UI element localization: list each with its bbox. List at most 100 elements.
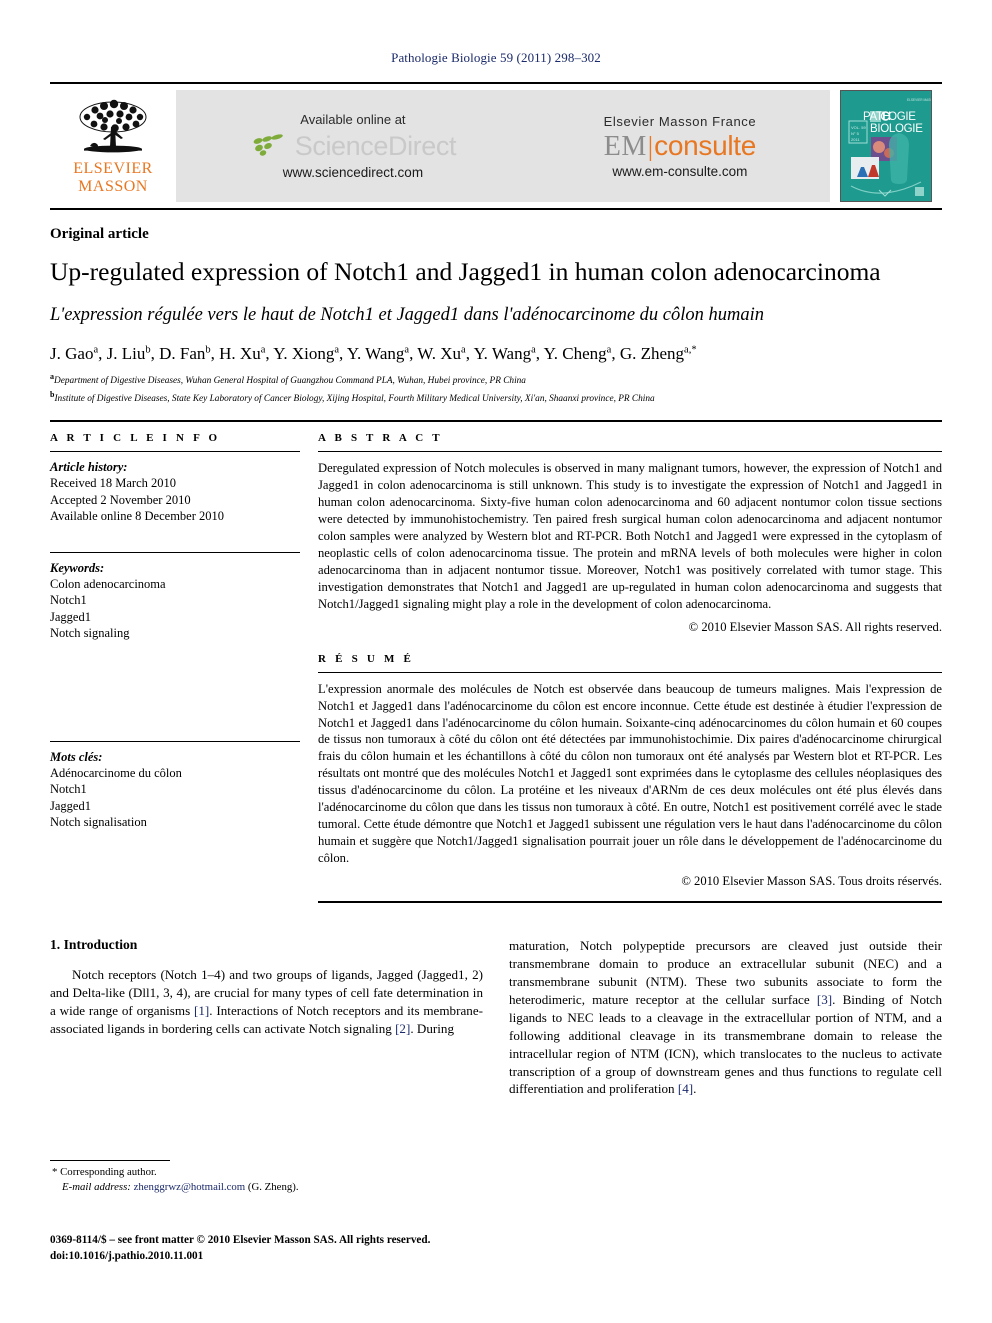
running-head: Pathologie Biologie 59 (2011) 298–302 [391,50,601,65]
author-name: J. Gao [50,343,94,363]
journal-masthead: ELSEVIER MASSON Available online at Scie… [50,82,942,210]
elsevier-masson-logo: ELSEVIER MASSON [50,84,176,208]
divider [50,740,300,742]
affiliation-list: aDepartment of Digestive Diseases, Wuhan… [50,371,942,406]
author-affil-marker: a [260,344,266,356]
elsevier-wordmark: ELSEVIER [73,160,153,177]
author-affil-marker: a [93,344,99,356]
emconsulte-url[interactable]: www.em-consulte.com [604,164,757,179]
corresponding-author-footnote: * Corresponding author. E-mail address: … [50,1160,483,1195]
abstract-heading: A B S T R A C T [318,432,443,445]
emconsulte-block[interactable]: Elsevier Masson France EM|consulte www.e… [604,114,757,179]
author-list: J. Gaoa, J. Liub, D. Fanb, H. Xua, Y. Xi… [50,343,697,363]
author-affil-marker: a [404,344,410,356]
divider [50,451,300,453]
svg-text:2011: 2011 [851,137,860,142]
motscles-label: Mots clés: [50,749,103,764]
page-title: Up-regulated expression of Notch1 and Ja… [50,257,881,286]
author-item[interactable]: J. Liub [107,344,151,363]
affiliation-item: bInstitute of Digestive Diseases, State … [50,389,942,407]
citation-link-1[interactable]: [1] [194,1003,209,1018]
author-affil-marker: a [461,344,466,356]
author-affil-marker: b [205,344,211,356]
citation-link-4[interactable]: [4] [678,1081,693,1096]
citation-link-3[interactable]: [3] [817,992,832,1007]
intro-text-f: . [693,1081,697,1097]
consulte-wordmark: consulte [654,129,757,161]
author-affil-marker: a [531,344,536,356]
svg-text:N° 5: N° 5 [851,131,860,136]
svg-text:BIOLOGIE: BIOLOGIE [870,123,923,135]
author-item[interactable]: G. Zhenga,* [620,344,697,363]
author-name: W. Xu [417,343,462,363]
author-item[interactable]: J. Gaoa [50,344,98,363]
body-column-right: maturation, Notch polypeptide precursors… [509,937,942,1098]
page-title-french: L'expression régulée vers le haut de Not… [50,304,765,325]
article-info-column: A R T I C L E I N F O Article history: R… [50,432,318,903]
author-affil-marker: a,* [684,344,697,356]
journal-cover-thumbnail[interactable]: VOL. 59 N° 5 2011 PATH LOGIE BIOLOGIE EL… [830,84,942,208]
elsevier-masson-france-label: Elsevier Masson France [603,113,757,129]
article-page: Pathologie Biologie 59 (2011) 298–302 EL… [0,0,992,1323]
author-item[interactable]: Y. Xionga [273,344,339,363]
footnote-divider [50,1160,170,1161]
divider [318,671,942,673]
author-name: Y. Cheng [543,343,607,363]
intro-paragraph-right: maturation, Notch polypeptide precursors… [509,937,942,1098]
author-item[interactable]: H. Xua [219,344,265,363]
email-label: E-mail address: [62,1181,131,1194]
author-name: G. Zheng [619,343,685,363]
email-owner: (G. Zheng). [247,1181,299,1194]
abstract-section: A R T I C L E I N F O Article history: R… [50,420,942,903]
sciencedirect-url[interactable]: www.sciencedirect.com [250,165,456,180]
keyword-item: Colon adenocarcinoma [50,576,166,591]
author-name: D. Fan [159,343,206,363]
sciencedirect-block[interactable]: Available online at ScienceDirect www.sc… [250,112,457,180]
keyword-item: Notch1 [50,593,87,608]
front-matter-line: 0369-8114/$ – see front matter © 2010 El… [50,1234,431,1246]
citation-link-2[interactable]: [2] [395,1021,410,1036]
author-affil-marker: b [145,344,151,356]
affiliation-item: aDepartment of Digestive Diseases, Wuhan… [50,371,942,389]
keyword-item: Notch signaling [50,626,130,641]
intro-text-e: . Binding of Notch ligands to NEC leads … [509,991,942,1097]
svg-text:ELSEVIER MASSON: ELSEVIER MASSON [907,98,931,102]
author-item[interactable]: Y. Wanga [474,344,536,363]
author-name: Y. Wang [473,343,532,363]
resume-copyright: © 2010 Elsevier Masson SAS. Tous droits … [681,873,942,888]
intro-paragraph-left: Notch receptors (Notch 1–4) and two grou… [50,966,483,1038]
author-item[interactable]: D. Fanb [159,344,211,363]
em-wordmark: EM [603,130,647,162]
cover-image: VOL. 59 N° 5 2011 PATH LOGIE BIOLOGIE EL… [840,90,932,202]
motcle-item: Notch signalisation [50,815,147,830]
sciencedirect-wordmark: ScienceDirect [294,131,457,161]
resume-text: L'expression anormale des molécules de N… [318,681,942,866]
author-affil-marker: a [606,344,612,356]
intro-text-c: . During [410,1020,454,1036]
motcle-item: Adénocarcinome du côlon [50,765,182,780]
history-received: Received 18 March 2010 [50,476,177,491]
author-item[interactable]: Y. Chenga [544,344,612,363]
doi-line[interactable]: doi:10.1016/j.pathio.2010.11.001 [50,1248,650,1264]
keywords-label: Keywords: [50,560,105,575]
sciencedirect-swoosh-icon [250,131,292,162]
resume-heading: R É S U M É [318,652,415,665]
author-item[interactable]: Y. Wanga [347,344,409,363]
masthead-band: Available online at ScienceDirect www.sc… [176,90,830,202]
divider [50,551,300,553]
article-type-label: Original article [50,226,149,242]
section-heading-introduction: 1. Introduction [50,936,138,952]
corresponding-author-label: Corresponding author. [60,1166,157,1178]
author-item[interactable]: W. Xua [417,344,465,363]
motcle-item: Notch1 [50,782,87,797]
body-columns: 1. Introduction Notch receptors (Notch 1… [50,937,942,1098]
abstract-column: A B S T R A C T Deregulated expression o… [318,432,942,903]
corresponding-author-line: * Corresponding author. [50,1165,483,1180]
abstract-copyright: © 2010 Elsevier Masson SAS. All rights r… [688,619,942,634]
email-line: E-mail address: zhenggrwz@hotmail.com (G… [50,1180,483,1195]
abstract-text: Deregulated expression of Notch molecule… [318,461,942,611]
motcle-item: Jagged1 [50,798,91,813]
divider [318,900,942,903]
email-link[interactable]: zhenggrwz@hotmail.com [134,1181,246,1193]
affiliation-text: Department of Digestive Diseases, Wuhan … [54,376,526,387]
